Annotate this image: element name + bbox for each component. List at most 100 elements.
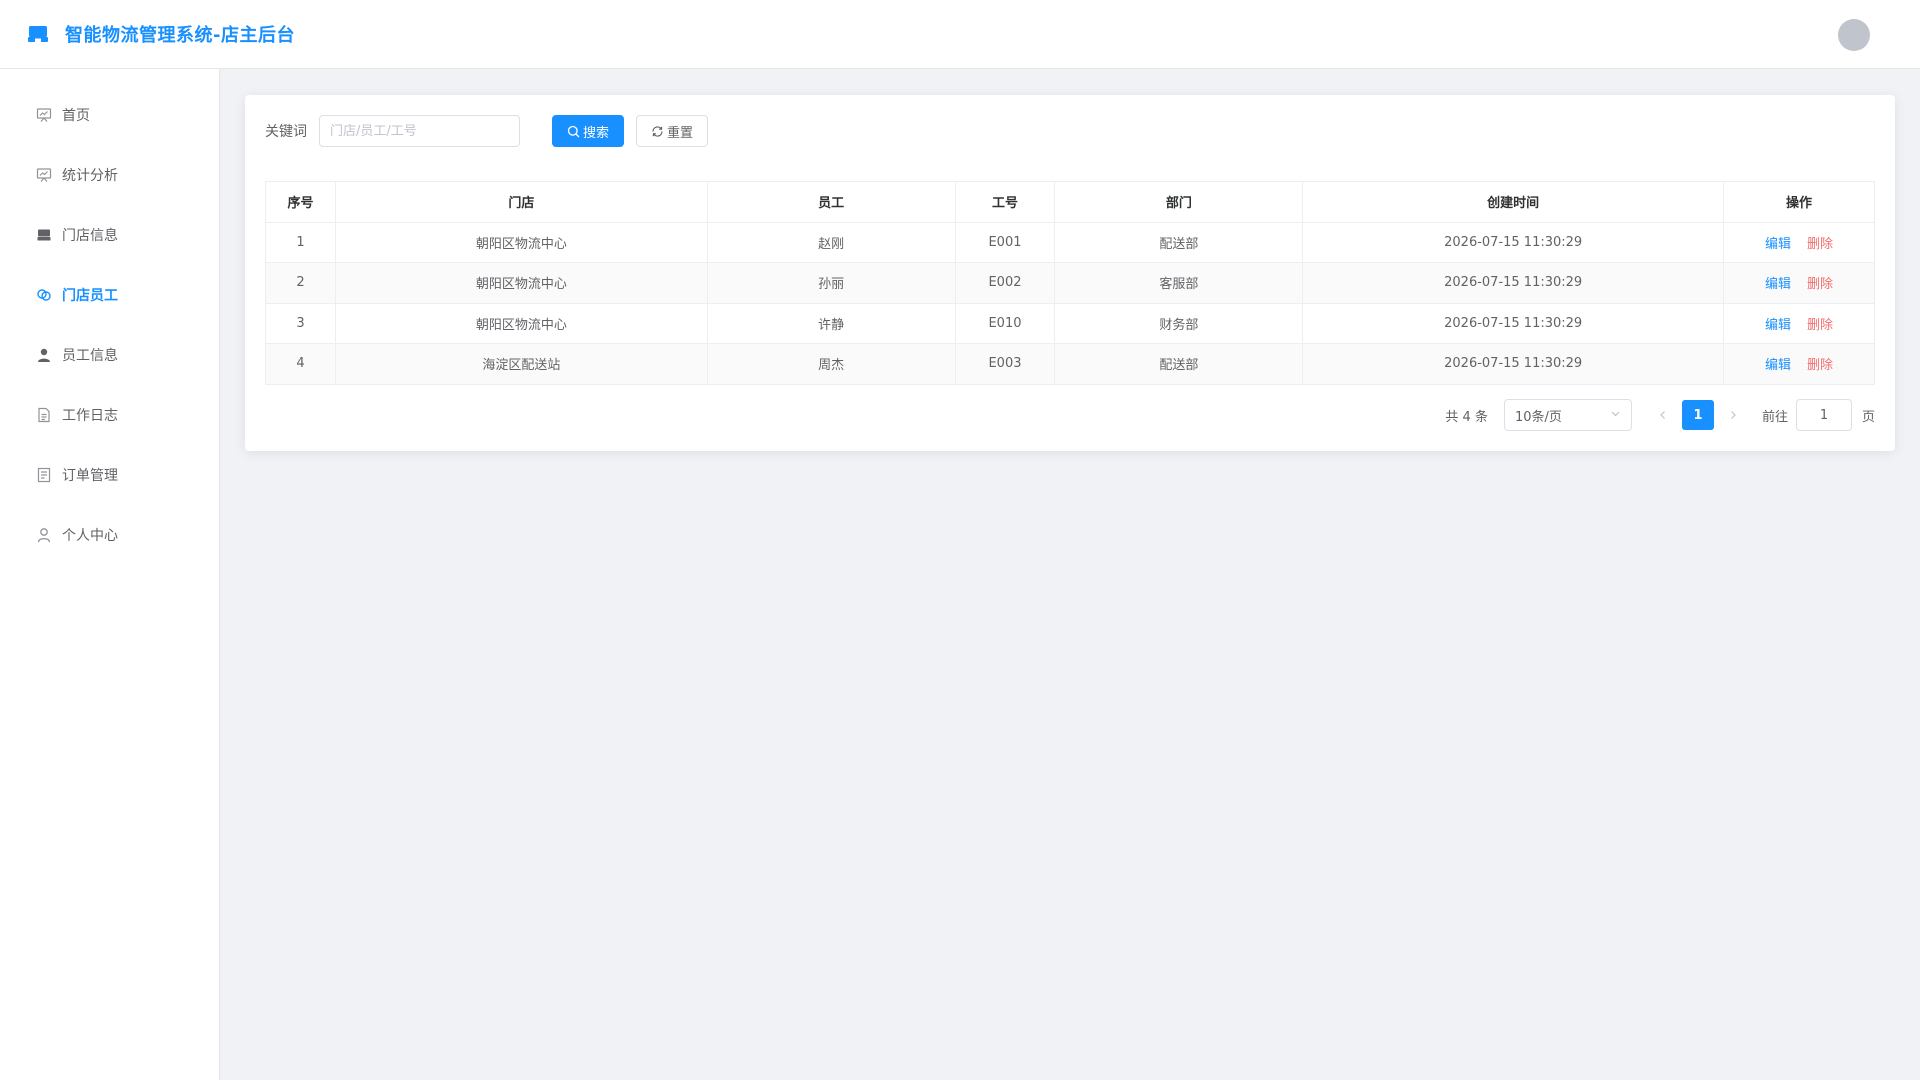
goto-page-input[interactable] bbox=[1795, 399, 1852, 431]
cell-actions: 编辑 删除 bbox=[1723, 262, 1875, 304]
page-suffix-label: 页 bbox=[1861, 409, 1875, 425]
cell-emp-no: E001 bbox=[954, 221, 1056, 263]
user-filled-icon bbox=[36, 347, 52, 363]
cell-actions: 编辑 删除 bbox=[1723, 343, 1875, 385]
sidebar: 首页 统计分析 门店信息 门店员工 员工信息 工作日志 订单管理 个人中心 bbox=[0, 69, 220, 1080]
chevron-left-icon bbox=[1660, 411, 1665, 419]
sidebar-item-label: 员工信息 bbox=[62, 348, 118, 364]
cell-actions: 编辑 删除 bbox=[1723, 221, 1875, 263]
sidebar-menu: 首页 统计分析 门店信息 门店员工 员工信息 工作日志 订单管理 个人中心 bbox=[0, 69, 219, 565]
search-button[interactable]: 搜索 bbox=[552, 115, 625, 147]
cell-store: 海淀区配送站 bbox=[334, 343, 708, 385]
delete-link[interactable]: 删除 bbox=[1807, 277, 1833, 292]
edit-link[interactable]: 编辑 bbox=[1765, 237, 1791, 252]
cell-created: 2026-07-15 11:30:29 bbox=[1302, 262, 1725, 304]
store-icon bbox=[36, 227, 52, 243]
sidebar-item-label: 个人中心 bbox=[62, 528, 118, 544]
list-document-icon bbox=[36, 467, 52, 483]
reset-button[interactable]: 重置 bbox=[636, 115, 709, 147]
table-row: 4 海淀区配送站 周杰 E003 配送部 2026-07-15 11:30:29… bbox=[265, 343, 1875, 385]
cell-actions: 编辑 删除 bbox=[1723, 302, 1875, 344]
pagination-total: 共 4 条 bbox=[1445, 409, 1488, 425]
refresh-icon bbox=[651, 125, 664, 138]
sidebar-item-work-log[interactable]: 工作日志 bbox=[0, 385, 219, 445]
chevron-right-icon bbox=[1731, 411, 1736, 419]
edit-link[interactable]: 编辑 bbox=[1765, 277, 1791, 292]
cell-index: 1 bbox=[265, 221, 336, 263]
search-button-label: 搜索 bbox=[583, 125, 610, 141]
cell-emp-no: E003 bbox=[954, 343, 1056, 385]
sidebar-item-label: 门店员工 bbox=[62, 288, 118, 304]
top-header: 智能物流管理系统-店主后台 bbox=[0, 0, 1920, 69]
sidebar-item-statistics[interactable]: 统计分析 bbox=[0, 145, 219, 205]
cell-created: 2026-07-15 11:30:29 bbox=[1302, 221, 1725, 263]
page-size-value: 10条/页 bbox=[1514, 409, 1562, 425]
cell-index: 4 bbox=[265, 343, 336, 385]
cell-dept: 配送部 bbox=[1054, 221, 1304, 263]
column-header: 部门 bbox=[1054, 181, 1304, 223]
chart-board-icon bbox=[36, 167, 52, 183]
sidebar-item-label: 订单管理 bbox=[62, 468, 118, 484]
delete-link[interactable]: 删除 bbox=[1807, 237, 1833, 252]
document-icon bbox=[36, 407, 52, 423]
user-avatar[interactable] bbox=[1838, 19, 1870, 51]
cell-employee: 周杰 bbox=[706, 343, 956, 385]
cell-created: 2026-07-15 11:30:29 bbox=[1302, 302, 1725, 344]
cell-created: 2026-07-15 11:30:29 bbox=[1302, 343, 1725, 385]
column-header: 门店 bbox=[334, 181, 708, 223]
column-header: 员工 bbox=[706, 181, 956, 223]
column-header: 创建时间 bbox=[1302, 181, 1725, 223]
table-row: 3 朝阳区物流中心 许静 E010 财务部 2026-07-15 11:30:2… bbox=[265, 302, 1875, 344]
cell-store: 朝阳区物流中心 bbox=[334, 302, 708, 344]
employee-table: 序号 门店 员工 工号 部门 创建时间 操作 1 朝阳区物流中心 赵刚 E001… bbox=[265, 181, 1875, 385]
cell-index: 3 bbox=[265, 302, 336, 344]
cell-dept: 财务部 bbox=[1054, 302, 1304, 344]
table-row: 2 朝阳区物流中心 孙丽 E002 客服部 2026-07-15 11:30:2… bbox=[265, 262, 1875, 304]
sidebar-item-store-employees[interactable]: 门店员工 bbox=[0, 265, 219, 325]
next-page-button[interactable] bbox=[1722, 404, 1744, 426]
cell-store: 朝阳区物流中心 bbox=[334, 221, 708, 263]
sidebar-item-label: 工作日志 bbox=[62, 408, 118, 424]
prev-page-button[interactable] bbox=[1652, 404, 1674, 426]
store-logo-icon bbox=[27, 23, 49, 45]
sidebar-item-store-info[interactable]: 门店信息 bbox=[0, 205, 219, 265]
app-title: 智能物流管理系统-店主后台 bbox=[65, 25, 295, 46]
cell-index: 2 bbox=[265, 262, 336, 304]
keyword-input[interactable] bbox=[319, 115, 520, 147]
sidebar-item-label: 门店信息 bbox=[62, 228, 118, 244]
cell-dept: 配送部 bbox=[1054, 343, 1304, 385]
goto-label: 前往 bbox=[1761, 409, 1788, 425]
edit-link[interactable]: 编辑 bbox=[1765, 318, 1791, 333]
column-header: 操作 bbox=[1723, 181, 1875, 223]
reset-button-label: 重置 bbox=[667, 125, 694, 141]
delete-link[interactable]: 删除 bbox=[1807, 358, 1833, 373]
edit-link[interactable]: 编辑 bbox=[1765, 358, 1791, 373]
column-header: 工号 bbox=[954, 181, 1056, 223]
page-size-select[interactable]: 10条/页 bbox=[1503, 399, 1632, 431]
sidebar-item-orders[interactable]: 订单管理 bbox=[0, 445, 219, 505]
table-row: 1 朝阳区物流中心 赵刚 E001 配送部 2026-07-15 11:30:2… bbox=[265, 221, 1875, 263]
chevron-down-icon bbox=[1610, 408, 1621, 423]
cell-employee: 孙丽 bbox=[706, 262, 956, 304]
cell-emp-no: E010 bbox=[954, 302, 1056, 344]
sidebar-item-home[interactable]: 首页 bbox=[0, 85, 219, 145]
keyword-label: 关键词 bbox=[265, 124, 307, 140]
search-bar: 关键词 搜索 重置 bbox=[265, 115, 709, 147]
cell-emp-no: E002 bbox=[954, 262, 1056, 304]
link-icon bbox=[36, 287, 52, 303]
sidebar-item-profile[interactable]: 个人中心 bbox=[0, 505, 219, 565]
page-number-current[interactable]: 1 bbox=[1681, 400, 1714, 430]
cell-store: 朝阳区物流中心 bbox=[334, 262, 708, 304]
sidebar-item-label: 统计分析 bbox=[62, 168, 118, 184]
cell-employee: 赵刚 bbox=[706, 221, 956, 263]
user-outline-icon bbox=[36, 527, 52, 543]
sidebar-item-employee-info[interactable]: 员工信息 bbox=[0, 325, 219, 385]
cell-employee: 许静 bbox=[706, 302, 956, 344]
cell-dept: 客服部 bbox=[1054, 262, 1304, 304]
column-header: 序号 bbox=[265, 181, 336, 223]
delete-link[interactable]: 删除 bbox=[1807, 318, 1833, 333]
content-card: 关键词 搜索 重置 bbox=[245, 95, 1895, 451]
chart-board-icon bbox=[36, 107, 52, 123]
pagination: 共 4 条 10条/页 1 前往 页 bbox=[1445, 399, 1875, 431]
table-header-row: 序号 门店 员工 工号 部门 创建时间 操作 bbox=[265, 181, 1875, 223]
